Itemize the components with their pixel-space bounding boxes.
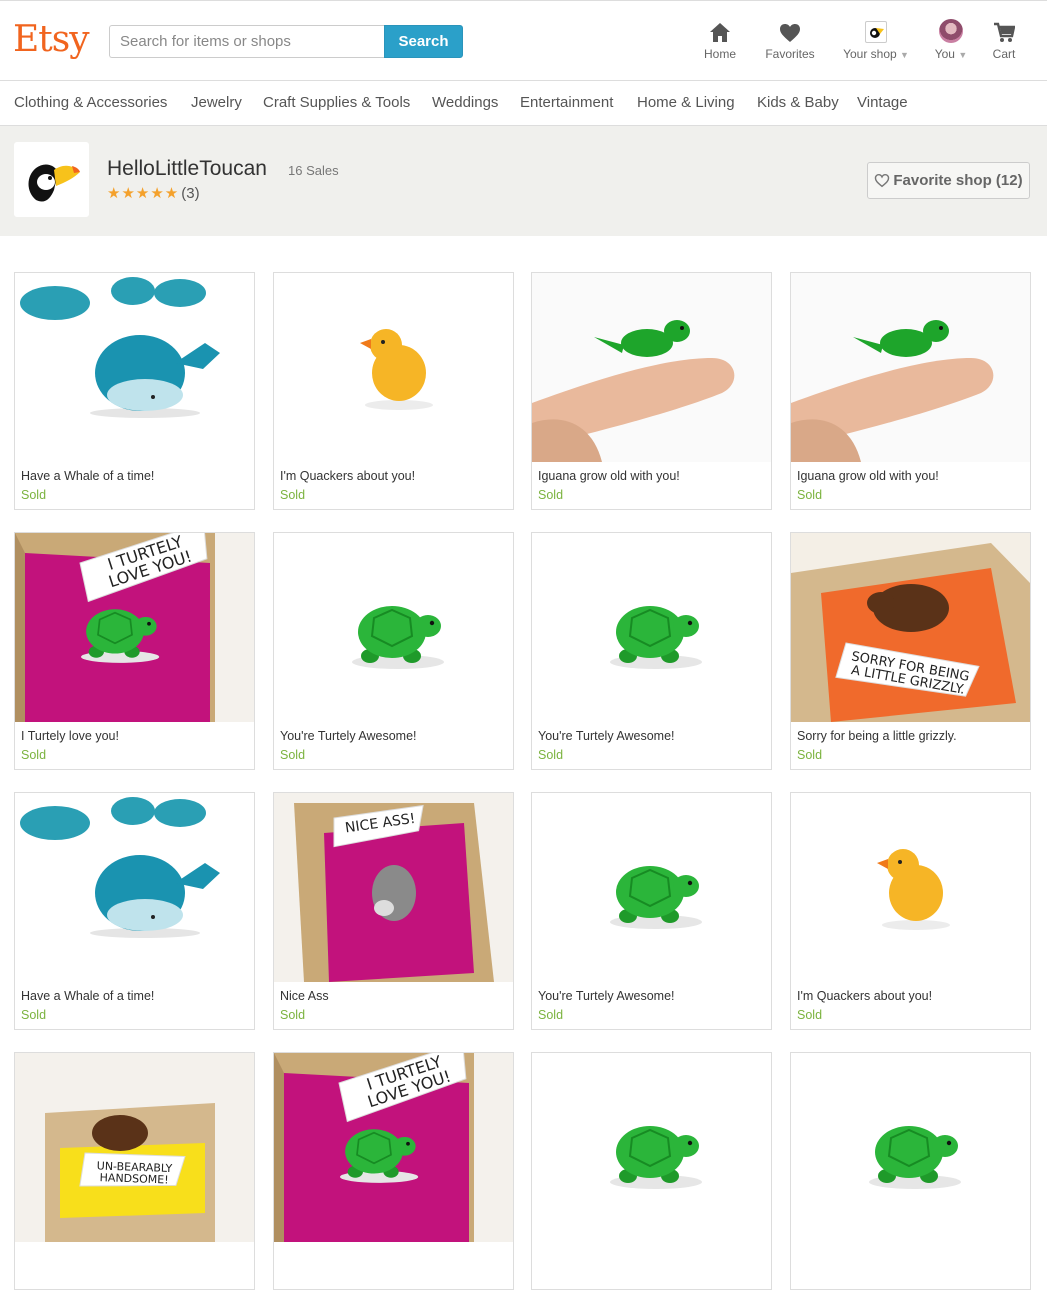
nav-favorites-label: Favorites <box>765 47 815 61</box>
listing-title[interactable]: Have a Whale of a time! <box>21 469 154 483</box>
listing-title[interactable]: You're Turtely Awesome! <box>538 989 675 1003</box>
listing-status: Sold <box>538 748 564 762</box>
listing-card[interactable]: Have a Whale of a time! Sold <box>14 792 255 1030</box>
category-entertainment[interactable]: Entertainment <box>520 94 613 111</box>
nav-your-shop[interactable]: Your shop ▼ <box>838 19 914 61</box>
shop-header: HelloLittleToucan 16 Sales ★★★★★ (3) Favo… <box>0 126 1047 236</box>
search-button[interactable]: Search <box>384 25 463 58</box>
listing-status: Sold <box>21 1008 47 1022</box>
listing-image[interactable] <box>15 793 254 982</box>
nav-home[interactable]: Home <box>700 19 740 61</box>
category-jewelry[interactable]: Jewelry <box>191 94 242 111</box>
avatar <box>939 19 963 43</box>
favorite-shop-button[interactable]: Favorite shop (12) <box>867 162 1030 199</box>
listing-image[interactable] <box>532 533 771 722</box>
shop-sales-count: 16 Sales <box>288 163 339 178</box>
listing-status: Sold <box>21 488 47 502</box>
chevron-down-icon: ▼ <box>900 50 909 60</box>
listing-card[interactable]: I'm Quackers about you! Sold <box>273 272 514 510</box>
category-vintage[interactable]: Vintage <box>857 94 908 111</box>
listing-card[interactable]: You're Turtely Awesome! Sold <box>531 792 772 1030</box>
listing-title[interactable]: Nice Ass <box>280 989 329 1003</box>
listing-title[interactable]: You're Turtely Awesome! <box>280 729 417 743</box>
listing-image[interactable]: SORRY FOR BEING A LITTLE GRIZZLY. <box>791 533 1030 722</box>
listing-card[interactable]: Iguana grow old with you! Sold <box>531 272 772 510</box>
listing-status: Sold <box>280 748 306 762</box>
category-craft-supplies[interactable]: Craft Supplies & Tools <box>263 94 410 111</box>
svg-text:HANDSOME!: HANDSOME! <box>99 1171 168 1186</box>
chevron-down-icon: ▼ <box>958 50 968 60</box>
nav-you[interactable]: You ▼ <box>932 19 970 61</box>
listing-card[interactable]: You're Turtely Awesome! Sold <box>273 532 514 770</box>
listing-image[interactable]: I TURTELY LOVE YOU! <box>274 1053 513 1242</box>
listing-image[interactable] <box>532 1053 771 1242</box>
listing-title[interactable]: I Turtely love you! <box>21 729 119 743</box>
listing-image[interactable] <box>791 793 1030 982</box>
listing-image[interactable]: UN-BEARABLY HANDSOME! <box>15 1053 254 1242</box>
favorite-shop-label: Favorite shop (12) <box>893 172 1023 189</box>
star-rating-icon: ★★★★★ <box>107 185 180 202</box>
nav-favorites[interactable]: Favorites <box>762 19 818 61</box>
nav-home-label: Home <box>703 47 736 61</box>
shop-icon <box>838 19 914 43</box>
category-clothing[interactable]: Clothing & Accessories <box>14 94 167 111</box>
listing-status: Sold <box>538 1008 564 1022</box>
listing-image[interactable] <box>274 533 513 722</box>
listing-title[interactable]: You're Turtely Awesome! <box>538 729 675 743</box>
listing-card[interactable]: I TURTELY LOVE YOU! I Turtely love you! S… <box>14 532 255 770</box>
category-kids-baby[interactable]: Kids & Baby <box>757 94 839 111</box>
shop-logo[interactable] <box>14 142 89 217</box>
listing-card[interactable] <box>531 1052 772 1290</box>
listing-title[interactable]: I'm Quackers about you! <box>280 469 415 483</box>
listing-status: Sold <box>280 1008 306 1022</box>
home-icon <box>700 19 740 43</box>
listing-image[interactable]: I TURTELY LOVE YOU! <box>15 533 254 722</box>
top-header: Etsy Search Home Favorites Your shop ▼ Y… <box>0 0 1047 81</box>
listing-status: Sold <box>797 1008 823 1022</box>
listing-card[interactable]: You're Turtely Awesome! Sold <box>531 532 772 770</box>
listing-title[interactable]: I'm Quackers about you! <box>797 989 932 1003</box>
review-count: (3) <box>181 185 200 202</box>
nav-your-shop-label: Your shop <box>843 47 897 61</box>
category-weddings[interactable]: Weddings <box>432 94 498 111</box>
category-nav: Clothing & Accessories Jewelry Craft Sup… <box>0 81 1047 126</box>
listing-title[interactable]: Iguana grow old with you! <box>538 469 680 483</box>
listing-title[interactable]: Iguana grow old with you! <box>797 469 939 483</box>
heart-outline-icon <box>875 173 890 188</box>
listing-title[interactable]: Sorry for being a little grizzly. <box>797 729 957 743</box>
listing-image[interactable] <box>791 1053 1030 1242</box>
listing-card[interactable]: Have a Whale of a time! Sold <box>14 272 255 510</box>
listing-card[interactable]: Iguana grow old with you! Sold <box>790 272 1031 510</box>
listing-image[interactable] <box>15 273 254 462</box>
search-input[interactable] <box>109 25 384 58</box>
listing-status: Sold <box>797 488 823 502</box>
listing-card[interactable]: NICE ASS! Nice Ass Sold <box>273 792 514 1030</box>
listing-status: Sold <box>797 748 823 762</box>
shop-name[interactable]: HelloLittleToucan <box>107 157 267 181</box>
heart-icon <box>762 19 818 43</box>
listing-image[interactable] <box>274 273 513 462</box>
listing-card[interactable]: UN-BEARABLY HANDSOME! <box>14 1052 255 1290</box>
listing-status: Sold <box>21 748 47 762</box>
listing-card[interactable] <box>790 1052 1031 1290</box>
listing-card[interactable]: I TURTELY LOVE YOU! <box>273 1052 514 1290</box>
nav-cart[interactable]: Cart <box>988 19 1020 61</box>
listing-card[interactable]: I'm Quackers about you! Sold <box>790 792 1031 1030</box>
category-home-living[interactable]: Home & Living <box>637 94 735 111</box>
shop-rating[interactable]: ★★★★★ (3) <box>107 184 200 202</box>
listing-image[interactable] <box>791 273 1030 462</box>
listing-image[interactable] <box>532 273 771 462</box>
listing-title[interactable]: Have a Whale of a time! <box>21 989 154 1003</box>
nav-you-label: You <box>934 47 955 61</box>
listing-image[interactable]: NICE ASS! <box>274 793 513 982</box>
etsy-logo[interactable]: Etsy <box>13 19 90 60</box>
nav-cart-label: Cart <box>992 47 1016 61</box>
listing-image[interactable] <box>532 793 771 982</box>
cart-icon <box>988 19 1020 43</box>
listing-card[interactable]: SORRY FOR BEING A LITTLE GRIZZLY. Sorry f… <box>790 532 1031 770</box>
listing-status: Sold <box>538 488 564 502</box>
listing-status: Sold <box>280 488 306 502</box>
